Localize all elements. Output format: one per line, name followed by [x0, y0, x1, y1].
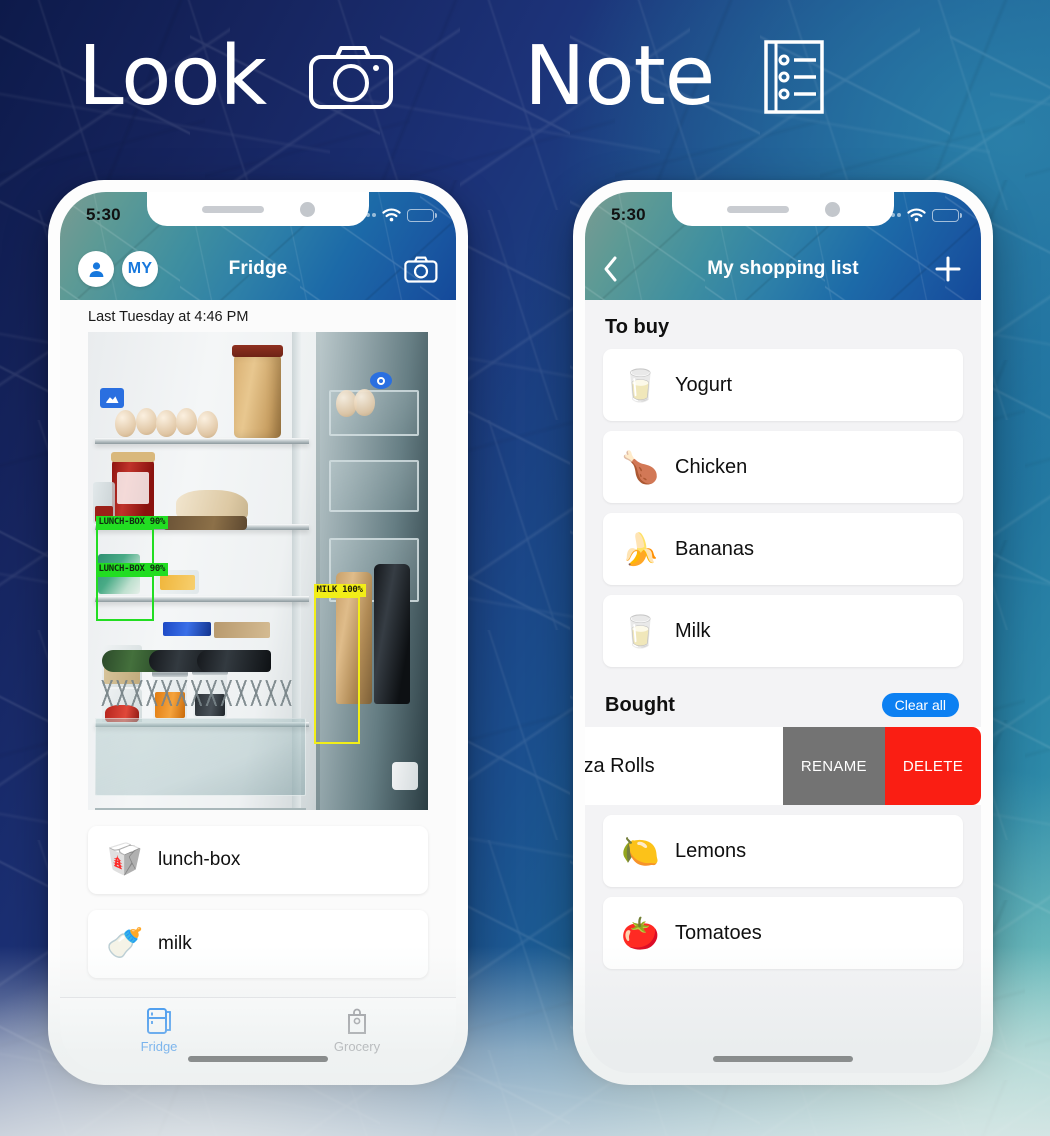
section-title: To buy — [605, 316, 670, 338]
add-item-button[interactable] — [933, 254, 963, 284]
list-item-label: Lemons — [675, 839, 747, 862]
list-item-swiped[interactable]: izza Rolls RENAME DELETE — [585, 727, 981, 805]
list-item-label: milk — [158, 933, 192, 954]
camera-icon — [309, 46, 394, 109]
battery-low-icon — [407, 208, 437, 222]
chevron-left-icon — [604, 256, 617, 282]
tab-label: Fridge — [140, 1039, 178, 1054]
tomato-icon: 🍅 — [621, 915, 660, 951]
front-camera — [824, 201, 840, 217]
photo-thumbnail-badge — [100, 388, 128, 412]
nav-bar-shopping: My shopping list — [585, 238, 981, 300]
list-item[interactable]: 🍋 Lemons — [603, 815, 963, 887]
home-indicator — [188, 1056, 328, 1062]
detection-marker-icon[interactable] — [370, 372, 392, 389]
status-time: 5:30 — [86, 205, 121, 224]
plus-icon — [935, 256, 961, 282]
lunch-box-icon: 🥡 — [106, 843, 144, 876]
camera-button[interactable] — [404, 256, 438, 283]
detection-label: LUNCH-BOX 90% — [95, 516, 169, 530]
list-item[interactable]: 🥛 Milk — [603, 595, 963, 667]
photo-timestamp: Last Tuesday at 4:46 PM — [60, 300, 456, 332]
detection-box-milk[interactable]: MILK 100% — [313, 584, 366, 744]
fridge-icon — [147, 1008, 171, 1034]
list-item[interactable]: 🍅 Tomatoes — [603, 897, 963, 969]
nav-bar-fridge: MY Fridge — [60, 238, 456, 300]
person-icon — [89, 261, 103, 277]
rename-button[interactable]: RENAME — [782, 727, 885, 805]
list-item-label: Chicken — [675, 455, 748, 478]
list-item[interactable]: 🍌 Bananas — [603, 513, 963, 585]
list-icon — [764, 40, 824, 114]
list-item-label: Milk — [675, 619, 711, 642]
tab-label: Grocery — [333, 1039, 381, 1054]
list-item[interactable]: 🍗 Chicken — [603, 431, 963, 503]
grocery-bag-icon — [348, 1008, 366, 1034]
headline-note-group: Note — [524, 36, 826, 118]
camera-icon — [404, 256, 438, 283]
shopping-list-content: To buy 🥛 Yogurt 🍗 Chicken 🍌 Bananas 🥛 Mi… — [585, 300, 981, 1073]
phone-right: 5:30 My shopping list To buy 🥛 Yogurt 🍗 … — [573, 180, 993, 1085]
avatar-initials: MY — [127, 260, 153, 277]
list-item-label: Yogurt — [675, 373, 733, 396]
list-item[interactable]: 🥛 Yogurt — [603, 349, 963, 421]
delete-button[interactable]: DELETE — [884, 727, 981, 805]
screen-shopping-list: 5:30 My shopping list To buy 🥛 Yogurt 🍗 … — [585, 192, 981, 1073]
yogurt-icon: 🥛 — [621, 367, 660, 403]
wifi-icon — [382, 208, 401, 222]
fridge-photo[interactable]: LUNCH-BOX 90% LUNCH-BOX 90% MILK 100% — [88, 332, 428, 810]
avatar[interactable] — [78, 251, 114, 287]
tab-grocery[interactable]: Grocery — [258, 1007, 456, 1054]
headline-note-text: Note — [524, 29, 715, 124]
list-item-label: lunch-box — [158, 849, 241, 870]
banana-icon: 🍌 — [621, 531, 660, 567]
fridge-content: Last Tuesday at 4:46 PM LUNCH-BOX 90% LU… — [60, 300, 456, 1073]
nav-avatars[interactable]: MY — [78, 251, 158, 287]
milk-bottle-icon: 🍼 — [106, 927, 144, 960]
page-title: My shopping list — [707, 258, 859, 279]
earpiece-speaker — [201, 205, 264, 213]
section-title: Bought — [605, 693, 675, 716]
milk-carton-icon: 🥛 — [621, 613, 660, 649]
tab-fridge[interactable]: Fridge — [60, 1007, 258, 1054]
detection-box-lunchbox-2[interactable]: LUNCH-BOX 90% — [95, 563, 169, 621]
list-item-label: Bananas — [675, 537, 754, 560]
detection-label: MILK 100% — [313, 584, 366, 598]
list-item[interactable]: 🍼 milk — [88, 910, 428, 978]
detection-label: LUNCH-BOX 90% — [95, 563, 169, 577]
lemon-icon: 🍋 — [621, 833, 660, 869]
list-item-label: izza Rolls — [585, 754, 655, 777]
back-button[interactable] — [603, 255, 619, 283]
status-time: 5:30 — [611, 205, 646, 224]
screen-fridge: 5:30 MY Fridge Last Tuesday at 4:46 PM L… — [60, 192, 456, 1073]
notch — [672, 192, 894, 226]
headline-look-text: Look — [78, 29, 267, 124]
headline-row: Look Note — [0, 36, 1050, 118]
section-header-to-buy: To buy — [585, 300, 981, 349]
detected-items-list: 🥡 lunch-box 🍼 milk — [60, 810, 456, 997]
earpiece-speaker — [726, 205, 789, 213]
home-indicator — [713, 1056, 853, 1062]
battery-low-icon — [932, 208, 962, 222]
list-item-label: Tomatoes — [675, 921, 762, 944]
clear-all-button[interactable]: Clear all — [881, 693, 959, 717]
chicken-icon: 🍗 — [621, 449, 660, 485]
section-header-bought: Bought Clear all — [585, 677, 981, 727]
avatar-initials-badge[interactable]: MY — [122, 251, 158, 287]
front-camera — [299, 201, 315, 217]
image-badge-icon — [100, 388, 124, 408]
list-item[interactable]: 🥡 lunch-box — [88, 826, 428, 894]
notch — [147, 192, 369, 226]
phone-left: 5:30 MY Fridge Last Tuesday at 4:46 PM L… — [48, 180, 468, 1085]
swipe-actions: RENAME DELETE — [782, 727, 981, 805]
wifi-icon — [907, 208, 926, 222]
headline-look-group: Look — [78, 36, 394, 118]
